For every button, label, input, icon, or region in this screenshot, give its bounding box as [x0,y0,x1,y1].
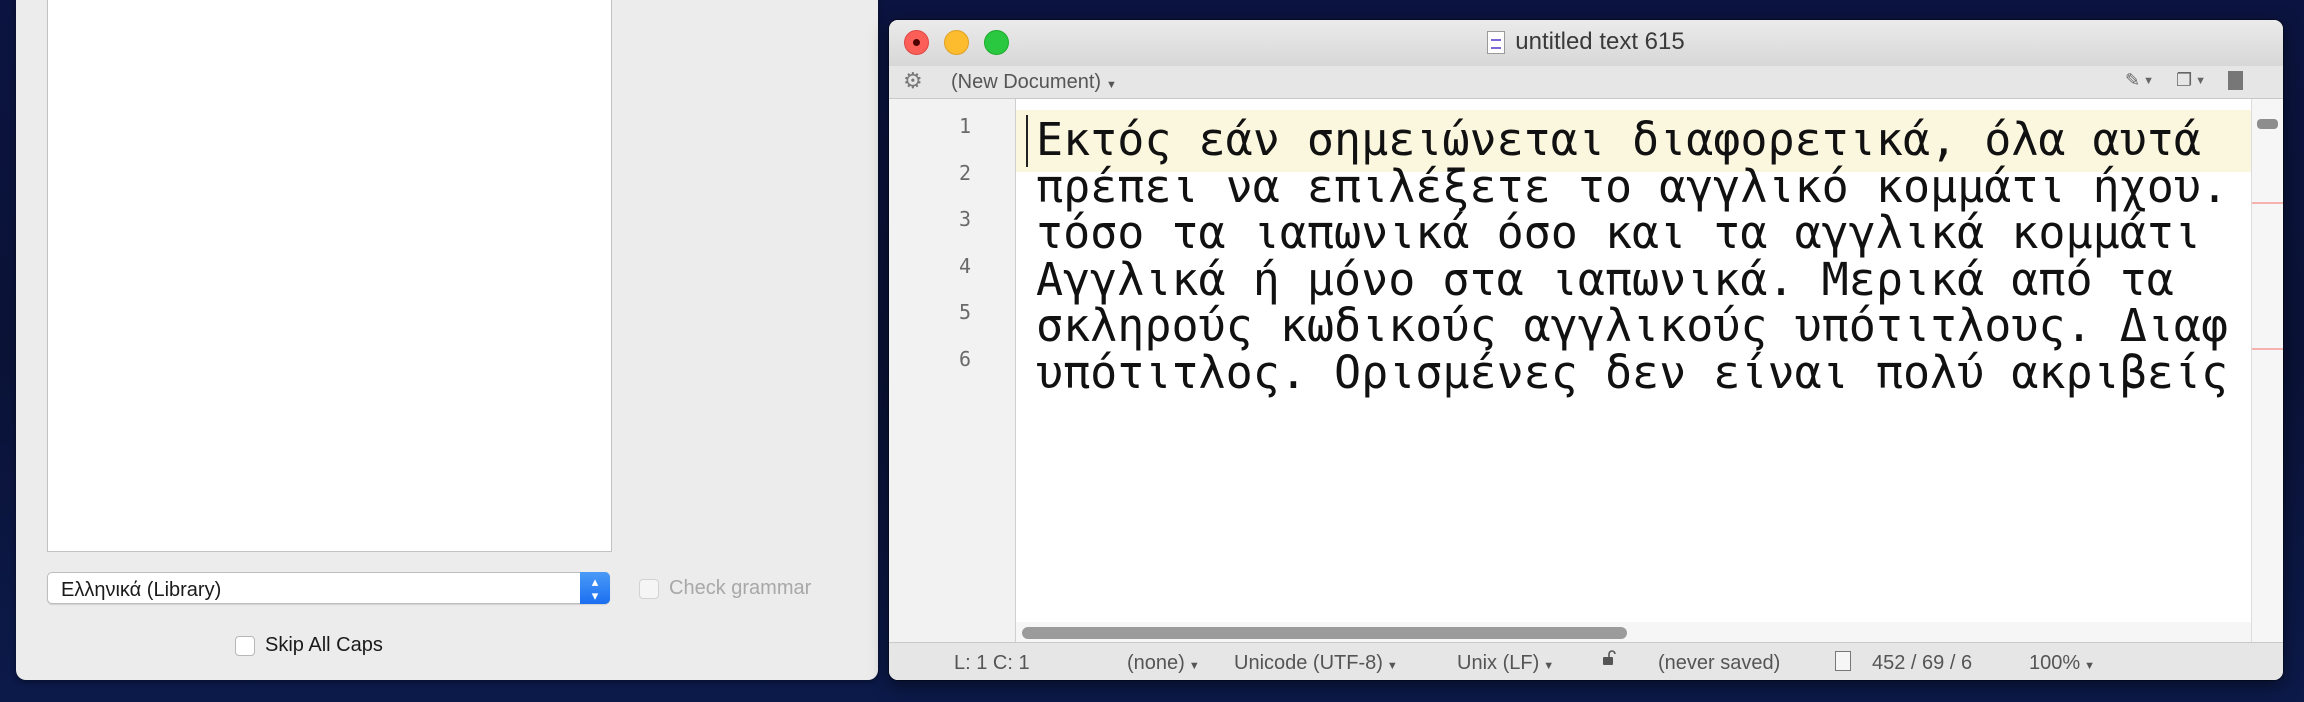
document-menu[interactable]: (New Document) ▼ [951,71,1117,94]
documents-icon: ❐ [2175,70,2193,90]
text-line[interactable]: τόσο τα ιαπωνικά όσο και τα αγγλικά κομμ… [1036,207,2201,259]
horizontal-scrollbar[interactable] [1016,622,2251,642]
gear-icon[interactable]: ⚙ [903,70,923,92]
title-bar[interactable]: untitled text 615 [889,20,2283,66]
select-stepper-icon[interactable]: ▴ ▾ [580,572,610,604]
saved-state: (never saved) [1658,652,1781,674]
line-number: 1 [958,114,971,138]
line-number: 2 [958,161,971,185]
encoding-menu[interactable]: Unicode (UTF-8) ▼ [1234,652,1398,675]
marker-menu[interactable]: ✎ ▼ [2125,70,2154,91]
page-icon [2228,71,2243,90]
text-line[interactable]: υπότιτλος. Ορισμένες δεν είναι πολύ ακρι… [1036,347,2251,399]
chevron-down-icon: ▼ [1188,660,1200,672]
line-endings-menu[interactable]: Unix (LF) ▼ [1457,652,1554,675]
documents-menu[interactable]: ❐ ▼ [2176,70,2206,91]
text-caret [1026,115,1028,167]
text-editor[interactable]: Εκτός εάν σημειώνεται διαφορετικά, όλα α… [1016,99,2251,642]
line-endings-menu-label: Unix (LF) [1457,652,1540,674]
document-menu-label: (New Document) [951,71,1102,93]
skip-all-caps-checkbox[interactable] [235,635,255,656]
chevron-down-icon: ▼ [1386,660,1398,672]
skip-all-caps-option[interactable]: Skip All Caps [235,634,383,657]
line-number: 4 [958,254,971,278]
check-grammar-checkbox[interactable] [639,578,659,599]
file-icon [1835,651,1851,671]
suggestions-list[interactable] [47,0,612,552]
skip-all-caps-label: Skip All Caps [265,634,383,656]
navigation-bar: ⚙ (New Document) ▼ ✎ ▼ ❐ ▼ [889,66,2283,99]
check-grammar-label: Check grammar [669,577,812,599]
line-number: 5 [958,300,971,324]
vertical-scroll-thumb[interactable] [2257,119,2278,129]
language-select-value: Ελληνικά (Library) [61,579,222,601]
document-counts[interactable]: 452 / 69 / 6 [1872,652,1972,675]
vertical-scrollbar[interactable] [2251,99,2283,642]
editor-window: untitled text 615 ⚙ (New Document) ▼ ✎ ▼ ❐… [889,20,2283,680]
status-bar: L: 1 C: 1 (none) ▼ Unicode (UTF-8) ▼ Unix … [889,642,2283,680]
chevron-down-icon: ▼ [1106,79,1117,91]
chevron-down-icon: ▼ [2143,74,2154,87]
syntax-menu[interactable]: (none) ▼ [1127,652,1200,675]
language-select[interactable]: Ελληνικά (Library) ▴ ▾ [47,572,610,604]
spelling-panel: Ελληνικά (Library) ▴ ▾ Check grammar Skip… [16,0,878,680]
horizontal-scroll-thumb[interactable] [1022,627,1627,639]
cursor-position[interactable]: L: 1 C: 1 [954,652,1030,675]
encoding-menu-label: Unicode (UTF-8) [1234,652,1383,674]
check-grammar-option[interactable]: Check grammar [639,577,811,600]
pen-icon: ✎ [2124,70,2141,90]
line-number: 3 [958,207,971,231]
window-title: untitled text 615 [889,28,2283,56]
chevron-down-icon: ▼ [2084,660,2096,672]
zoom-menu-label: 100% [2029,652,2081,674]
document-info-button[interactable] [2228,70,2243,91]
chevron-down-icon: ▼ [1543,660,1555,672]
window-title-text: untitled text 615 [1515,28,1685,55]
document-icon [1487,30,1506,54]
syntax-menu-label: (none) [1127,652,1185,674]
zoom-menu[interactable]: 100% ▼ [2029,652,2095,675]
chevron-down-icon: ▼ [2195,74,2206,87]
line-number-gutter: 1 2 3 4 5 6 [889,99,1016,642]
line-number: 6 [958,347,971,371]
text-line[interactable]: σκληρούς κωδικούς αγγλικούς υπότιτλους. … [1036,300,2228,352]
unlock-icon[interactable] [1602,650,1616,666]
text-line[interactable]: Εκτός εάν σημειώνεται διαφορετικά, όλα α… [1036,114,2201,166]
overview-marker [2252,202,2283,204]
overview-marker [2252,348,2283,350]
